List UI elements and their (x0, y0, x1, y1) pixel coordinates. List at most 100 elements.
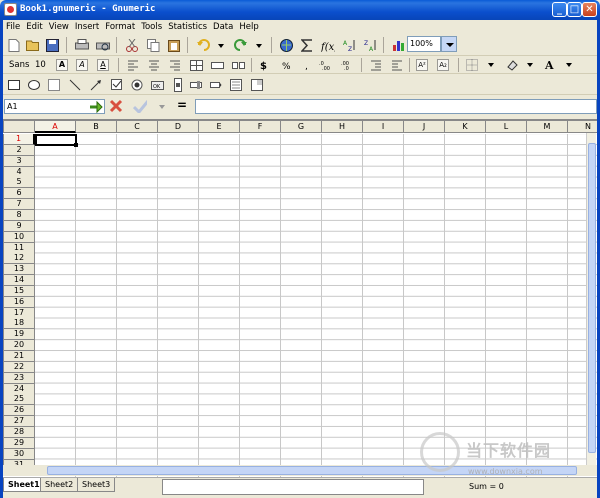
row-header-12[interactable]: 12 (3, 253, 35, 265)
sheet-tab-3[interactable]: Sheet3 (77, 478, 116, 492)
menu-data[interactable]: Data (210, 20, 236, 34)
sheet-tab-1[interactable]: Sheet1 (3, 478, 45, 492)
print-icon[interactable] (75, 38, 89, 52)
italic-button[interactable]: A (76, 59, 88, 71)
redo-icon[interactable] (233, 38, 247, 52)
undo-dropdown-icon[interactable] (218, 44, 224, 48)
paste-icon[interactable] (167, 38, 181, 52)
row-header-14[interactable]: 14 (3, 275, 35, 287)
vertical-scroll-thumb[interactable] (588, 143, 596, 453)
align-right-icon[interactable] (168, 58, 182, 72)
arrow-tool-icon[interactable] (89, 78, 103, 92)
slider-tool-icon[interactable] (189, 78, 203, 92)
decrease-indent-icon[interactable] (369, 58, 383, 72)
menu-format[interactable]: Format (102, 20, 138, 34)
sheet-tab-2[interactable]: Sheet2 (40, 478, 79, 492)
combo-tool-icon[interactable] (250, 78, 264, 92)
zoom-dropdown-button[interactable] (441, 36, 457, 52)
enter-formula-button[interactable]: = (177, 98, 187, 112)
select-all-corner[interactable] (3, 120, 35, 133)
sum-icon[interactable] (300, 38, 314, 52)
row-header-23[interactable]: 23 (3, 372, 35, 384)
row-header-1[interactable]: 1 (3, 134, 35, 145)
font-size-selector[interactable]: 10 (35, 60, 46, 70)
menu-edit[interactable]: Edit (23, 20, 45, 34)
row-header-8[interactable]: 8 (3, 209, 35, 221)
gnumeric-app-icon[interactable] (4, 3, 17, 16)
row-header-15[interactable]: 15 (3, 285, 35, 297)
row-header-26[interactable]: 26 (3, 405, 35, 417)
list-tool-icon[interactable] (229, 78, 243, 92)
row-header-11[interactable]: 11 (3, 242, 35, 254)
redo-dropdown-icon[interactable] (256, 44, 262, 48)
ellipse-tool-icon[interactable] (27, 78, 41, 92)
column-header-a[interactable]: A (35, 120, 76, 133)
row-header-21[interactable]: 21 (3, 351, 35, 362)
borders-icon[interactable] (465, 58, 479, 72)
accept-edit-icon[interactable] (133, 99, 147, 113)
column-header-m[interactable]: M (527, 120, 568, 133)
frame-tool-icon[interactable] (47, 78, 61, 92)
column-header-b[interactable]: B (76, 120, 117, 133)
font-color-icon[interactable]: A (543, 58, 557, 72)
thousands-separator-icon[interactable]: , (301, 58, 315, 72)
row-header-9[interactable]: 9 (3, 220, 35, 232)
sort-descending-icon[interactable]: ZA (363, 38, 377, 52)
row-header-28[interactable]: 28 (3, 426, 35, 438)
menu-file[interactable]: File (3, 20, 23, 34)
column-header-e[interactable]: E (199, 120, 240, 133)
row-header-22[interactable]: 22 (3, 361, 35, 373)
column-header-d[interactable]: D (158, 120, 199, 133)
new-file-icon[interactable] (7, 38, 21, 52)
checkbox-tool-icon[interactable] (110, 78, 124, 92)
cell-area[interactable] (35, 134, 597, 477)
menu-view[interactable]: View (46, 20, 72, 34)
maximize-button[interactable]: □ (567, 2, 582, 17)
superscript-button[interactable]: A² (416, 59, 428, 71)
row-header-25[interactable]: 25 (3, 394, 35, 406)
sort-ascending-icon[interactable]: AZ (342, 38, 356, 52)
underline-button[interactable]: A (97, 59, 109, 71)
row-header-24[interactable]: 24 (3, 383, 35, 395)
row-header-3[interactable]: 3 (3, 155, 35, 167)
menu-insert[interactable]: Insert (72, 20, 102, 34)
align-center-icon[interactable] (147, 58, 161, 72)
cell-ref-jump-icon[interactable] (89, 100, 103, 114)
zoom-input[interactable]: 100% (407, 36, 441, 52)
close-button[interactable]: ✕ (582, 2, 597, 17)
font-name-selector[interactable]: Sans (9, 60, 29, 70)
accept-dropdown-icon[interactable] (159, 105, 165, 109)
row-header-30[interactable]: 30 (3, 448, 35, 460)
increase-decimals-icon[interactable]: .0.00 (319, 58, 333, 72)
vertical-scrollbar[interactable] (586, 133, 596, 465)
menu-tools[interactable]: Tools (138, 20, 165, 34)
row-header-2[interactable]: 2 (3, 144, 35, 156)
column-header-h[interactable]: H (322, 120, 363, 133)
minimize-button[interactable]: _ (552, 2, 567, 17)
row-header-5[interactable]: 5 (3, 177, 35, 189)
function-icon[interactable]: f(x) (321, 38, 335, 52)
row-header-27[interactable]: 27 (3, 416, 35, 428)
rectangle-tool-icon[interactable] (7, 78, 21, 92)
align-left-icon[interactable] (126, 58, 140, 72)
menu-statistics[interactable]: Statistics (165, 20, 210, 34)
column-header-g[interactable]: G (281, 120, 322, 133)
scrollbar-tool-icon[interactable] (171, 78, 185, 92)
formula-input[interactable] (195, 99, 597, 114)
decrease-decimals-icon[interactable]: .00.0 (341, 58, 355, 72)
undo-icon[interactable] (196, 38, 210, 52)
cancel-edit-icon[interactable] (109, 99, 123, 113)
fill-handle[interactable] (74, 143, 78, 147)
increase-indent-icon[interactable] (390, 58, 404, 72)
column-header-j[interactable]: J (404, 120, 445, 133)
cut-icon[interactable] (125, 38, 139, 52)
row-header-7[interactable]: 7 (3, 199, 35, 211)
percent-format-icon[interactable]: % (280, 58, 294, 72)
line-tool-icon[interactable] (68, 78, 82, 92)
copy-icon[interactable] (146, 38, 160, 52)
row-header-19[interactable]: 19 (3, 329, 35, 341)
column-header-f[interactable]: F (240, 120, 281, 133)
center-across-selection-icon[interactable] (210, 58, 224, 72)
insert-chart-icon[interactable] (391, 38, 405, 52)
column-header-c[interactable]: C (117, 120, 158, 133)
